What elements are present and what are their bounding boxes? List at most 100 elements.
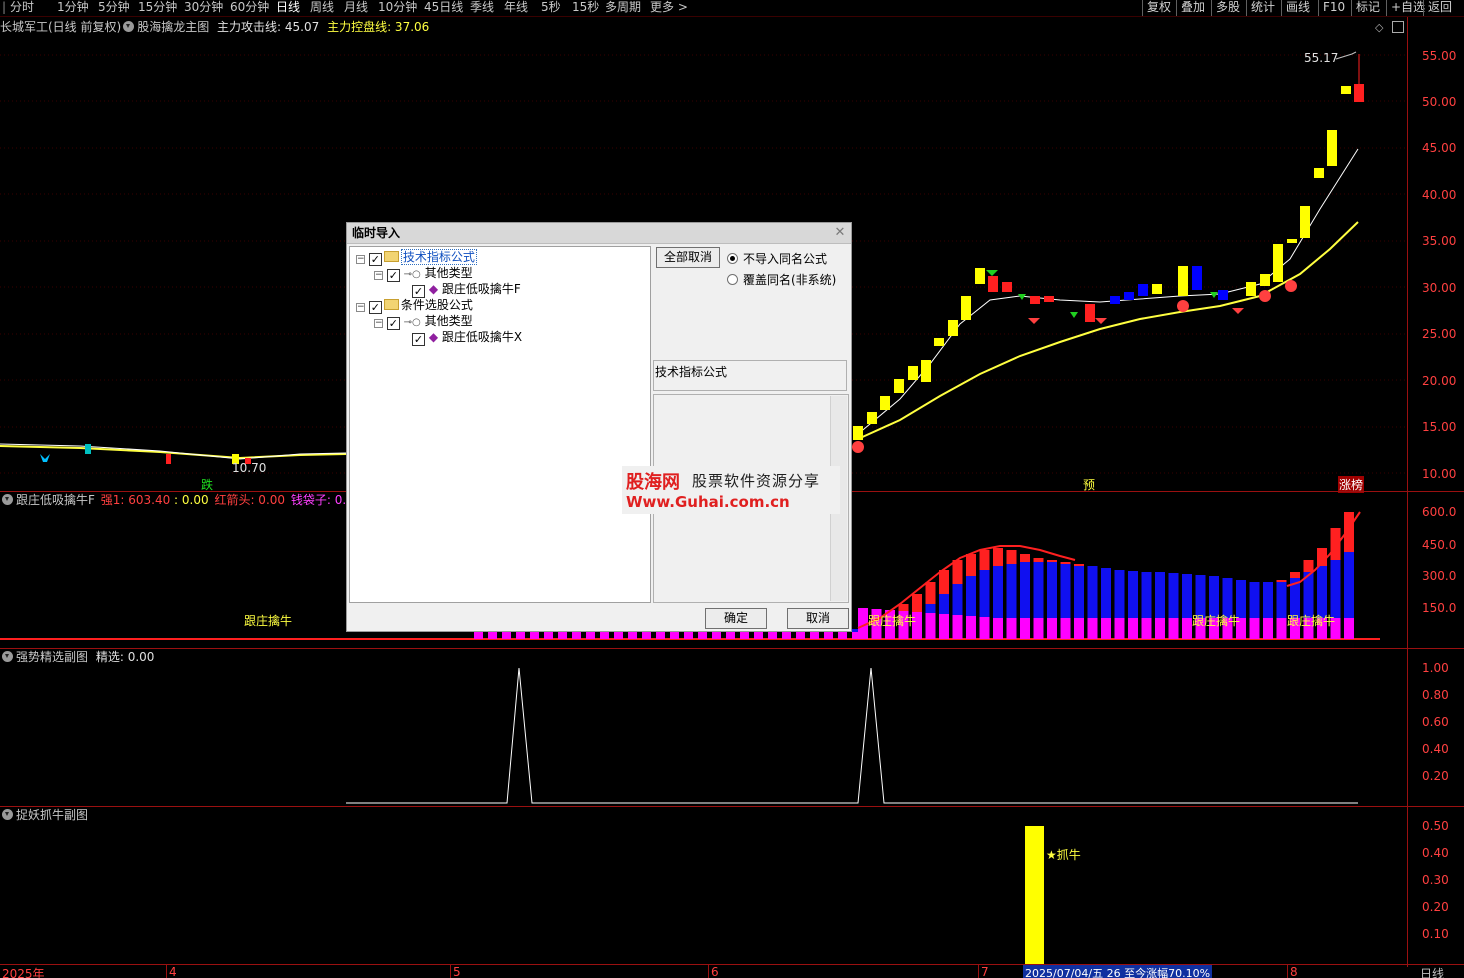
import-dialog: 临时导入 ✕ − ✓ 技术指标公式 − ✓ ⊸○ 其他类型 ✓ ◆ 跟庄低吸擒牛F… (346, 222, 852, 632)
tree-node-label[interactable]: 技术指标公式 (400, 249, 477, 265)
cancel-button[interactable]: 取消 (787, 608, 849, 629)
indicator-dropdown-icon[interactable] (123, 21, 135, 32)
radio-on-icon[interactable] (727, 253, 738, 264)
panel4-axis-label: 0.10 (1422, 927, 1449, 941)
radio-overwrite-label[interactable]: 覆盖同名(非系统) (743, 273, 836, 287)
tree-node-label[interactable]: 跟庄低吸擒牛X (442, 330, 522, 344)
period-year[interactable]: 年线 (504, 0, 528, 16)
collapse-icon[interactable]: − (356, 303, 365, 312)
toolbar-left-arrow-icon[interactable]: | (2, 0, 6, 16)
panel2-label: 跟庄擒牛 (1192, 614, 1241, 628)
period-multi[interactable]: 多周期 (605, 0, 641, 16)
panel2-dropdown-icon[interactable] (2, 494, 13, 505)
fuquan-button[interactable]: 复权 (1142, 0, 1175, 16)
back-button[interactable]: 返回 (1423, 0, 1456, 16)
folder-icon (383, 251, 399, 262)
overlay-button[interactable]: 叠加 (1176, 0, 1209, 16)
close-icon[interactable]: ✕ (833, 226, 847, 240)
panel2-bar (614, 632, 623, 639)
multi-stock-button[interactable]: 多股 (1211, 0, 1244, 16)
period-5sec[interactable]: 5秒 (541, 0, 561, 16)
period-fenshi[interactable]: 分时 (10, 0, 34, 16)
tree-leaf-f[interactable]: ✓ ◆ 跟庄低吸擒牛F (412, 281, 521, 298)
rising-candles (853, 54, 1364, 440)
signal-gems (852, 280, 1297, 453)
price-axis-label: 10.00 (1422, 467, 1457, 481)
panel3-value: 精选: 0.00 (95, 650, 155, 664)
tree-node-label[interactable]: 其他类型 (425, 314, 473, 328)
panel2-bar (1344, 618, 1354, 639)
tree-node-select-other[interactable]: − ✓ ⊸○ 其他类型 (374, 313, 473, 330)
price-axis-label: 20.00 (1422, 374, 1457, 388)
period-toolbar: | 分时 1分钟 5分钟 15分钟 30分钟 60分钟 日线 周线 月线 10分… (0, 0, 1464, 17)
panel2-bar (1128, 618, 1138, 639)
main-close-icon[interactable]: ◇ (1375, 22, 1386, 33)
panel3-name[interactable]: 强势精选副图 (16, 650, 88, 664)
period-10min[interactable]: 10分钟 (378, 0, 417, 16)
mark-button[interactable]: 标记 (1351, 0, 1384, 16)
timeline-info: 2025/07/04/五 26 至今涨幅70.10% (1023, 965, 1213, 978)
collapse-icon[interactable]: − (356, 255, 365, 264)
panel2-bar (1033, 618, 1044, 639)
panel2-bar (656, 632, 665, 639)
stock-title[interactable]: 长城军工(日线 前复权) (0, 20, 121, 34)
panel2-bar (516, 632, 525, 639)
panel2-name[interactable]: 跟庄低吸擒牛F (16, 493, 95, 507)
period-daily[interactable]: 日线 (276, 0, 300, 16)
period-quarter[interactable]: 季线 (470, 0, 494, 16)
period-monthly[interactable]: 月线 (344, 0, 368, 16)
panel3-chart (346, 667, 1358, 804)
checkbox-icon[interactable]: ✓ (386, 317, 400, 330)
collapse-icon[interactable]: − (374, 319, 383, 328)
panel2-bar (1114, 570, 1125, 618)
period-1min[interactable]: 1分钟 (57, 0, 89, 16)
period-5min[interactable]: 5分钟 (98, 0, 130, 16)
tree-leaf-x[interactable]: ✓ ◆ 跟庄低吸擒牛X (412, 329, 522, 346)
tree-node-select[interactable]: − ✓ 条件选股公式 (356, 297, 473, 314)
period-15sec[interactable]: 15秒 (572, 0, 599, 16)
panel2-bar (684, 632, 693, 639)
period-more[interactable]: 更多 > (650, 0, 688, 16)
radio-skip[interactable]: 不导入同名公式 (727, 250, 827, 267)
checkbox-icon[interactable]: ✓ (386, 269, 400, 282)
panel2-bar (1074, 618, 1084, 639)
tree-node-label[interactable]: 跟庄低吸擒牛F (442, 282, 521, 296)
draw-button[interactable]: 画线 (1281, 0, 1314, 16)
stats-button[interactable]: 统计 (1246, 0, 1279, 16)
radio-overwrite[interactable]: 覆盖同名(非系统) (727, 271, 836, 288)
radio-skip-label[interactable]: 不导入同名公式 (743, 252, 827, 266)
period-60min[interactable]: 60分钟 (230, 0, 269, 16)
radio-off-icon[interactable] (727, 274, 738, 285)
panel3-dropdown-icon[interactable] (2, 651, 13, 662)
period-45day[interactable]: 45日线 (424, 0, 463, 16)
tree-node-label[interactable]: 其他类型 (425, 266, 473, 280)
cancel-all-button[interactable]: 全部取消 (656, 247, 720, 268)
panel2-bar (1074, 564, 1084, 566)
dialog-title[interactable]: 临时导入 (347, 223, 851, 244)
ok-button[interactable]: 确定 (705, 608, 767, 629)
panel3-axis-label: 0.40 (1422, 742, 1449, 756)
panel3-signal-line (346, 667, 1358, 804)
panel2-bar (993, 548, 1003, 566)
tree-node-label[interactable]: 条件选股公式 (401, 298, 473, 312)
collapse-icon[interactable]: − (374, 271, 383, 280)
panel2-bar (979, 550, 990, 570)
panel4-dropdown-icon[interactable] (2, 809, 13, 820)
panel2-bar (1060, 562, 1071, 564)
diamond-icon: ◆ (428, 330, 439, 344)
period-30min[interactable]: 30分钟 (184, 0, 223, 16)
checkbox-icon[interactable]: ✓ (412, 333, 425, 346)
price-axis-label: 35.00 (1422, 234, 1457, 248)
period-weekly[interactable]: 周线 (310, 0, 334, 16)
panel2-bar (966, 576, 976, 616)
main-indicator-name[interactable]: 股海擒龙主图 (137, 20, 209, 34)
panel2-bar (1033, 562, 1044, 618)
tree-node-tech[interactable]: − ✓ 技术指标公式 (356, 249, 477, 266)
panel2-bar (1344, 552, 1354, 618)
panel4-name[interactable]: 捉妖抓牛副图 (16, 808, 88, 822)
period-15min[interactable]: 15分钟 (138, 0, 177, 16)
f10-button[interactable]: F10 (1318, 0, 1349, 16)
panel2-bar (1114, 618, 1125, 639)
main-maximize-icon[interactable] (1392, 21, 1404, 33)
tree-node-tech-other[interactable]: − ✓ ⊸○ 其他类型 (374, 265, 473, 282)
